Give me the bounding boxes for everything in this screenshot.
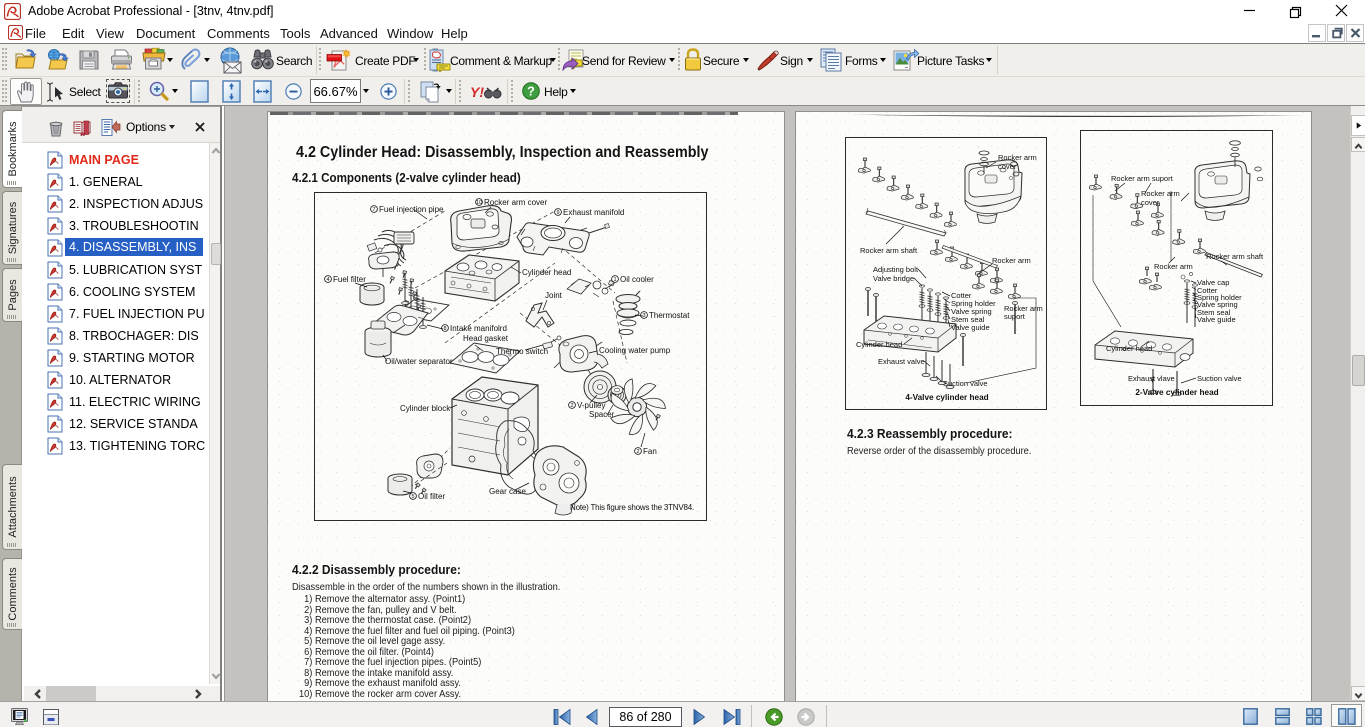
svg-text:Exhaust manifold: Exhaust manifold <box>563 208 624 217</box>
svg-text:4-Valve cylinder head: 4-Valve cylinder head <box>905 393 988 402</box>
svg-text:Note) This figure shows the 3T: Note) This figure shows the 3TNV84. <box>570 503 694 512</box>
svg-text:1: 1 <box>613 277 616 283</box>
svg-text:2: 2 <box>570 403 573 409</box>
svg-text:Head gasket: Head gasket <box>463 334 509 343</box>
svg-text:4: 4 <box>326 277 329 283</box>
svg-text:Valve bridge: Valve bridge <box>873 274 914 283</box>
svg-text:Cylinder block: Cylinder block <box>400 404 451 413</box>
svg-text:Valve guide: Valve guide <box>1197 315 1236 324</box>
svg-text:?: ? <box>527 84 535 98</box>
svg-text:Valve guide: Valve guide <box>951 323 990 332</box>
svg-text:Fan: Fan <box>643 447 657 456</box>
svg-text:2-Valve cylinder head: 2-Valve cylinder head <box>1135 388 1218 397</box>
svg-text:10: 10 <box>476 200 482 206</box>
svg-text:2: 2 <box>636 449 639 455</box>
svg-text:cover: cover <box>1141 198 1160 207</box>
svg-text:Rocker arm shaft: Rocker arm shaft <box>1206 252 1264 261</box>
svg-text:Fuel filter: Fuel filter <box>333 275 366 284</box>
svg-text:cover: cover <box>998 162 1017 171</box>
svg-text:Intake manifolrd: Intake manifolrd <box>450 324 507 333</box>
svg-text:suport: suport <box>1004 312 1026 321</box>
svg-text:Rocker arm: Rocker arm <box>998 153 1037 162</box>
svg-text:Rocker arm: Rocker arm <box>992 256 1031 265</box>
svg-text:Cylinder head: Cylinder head <box>1106 344 1152 353</box>
svg-text:5: 5 <box>411 494 414 500</box>
svg-text:Cooling water pump: Cooling water pump <box>599 346 671 355</box>
svg-text:Thermostat: Thermostat <box>649 311 690 320</box>
svg-text:Rocker arm cover: Rocker arm cover <box>484 198 547 207</box>
svg-text:Rocker arm: Rocker arm <box>1154 262 1193 271</box>
svg-text:7: 7 <box>372 207 375 213</box>
svg-text:Joint: Joint <box>545 291 563 300</box>
svg-text:Suction valve: Suction valve <box>943 379 988 388</box>
svg-text:Rocker arm: Rocker arm <box>1141 189 1180 198</box>
svg-text:Oil filter: Oil filter <box>418 492 445 501</box>
svg-text:Gear case: Gear case <box>489 487 526 496</box>
svg-text:Spacer: Spacer <box>589 410 615 419</box>
svg-text:Exhaust valve: Exhaust valve <box>878 357 925 366</box>
svg-text:Cylinder head: Cylinder head <box>856 340 902 349</box>
svg-text:Thermo switch: Thermo switch <box>496 347 548 356</box>
svg-text:8: 8 <box>443 326 446 332</box>
svg-text:9: 9 <box>556 210 559 216</box>
svg-text:Adjusting bolt: Adjusting bolt <box>873 265 919 274</box>
svg-text:Fuel injection pipe: Fuel injection pipe <box>379 205 444 214</box>
svg-text:V-pulley: V-pulley <box>577 401 605 410</box>
svg-text:Oil cooler: Oil cooler <box>620 275 654 284</box>
svg-text:Oil/water separator: Oil/water separator <box>385 357 453 366</box>
svg-text:Suction valve: Suction valve <box>1197 374 1242 383</box>
svg-text:Rocker arm suport: Rocker arm suport <box>1111 174 1174 183</box>
svg-text:Cylinder head: Cylinder head <box>522 268 571 277</box>
svg-text:Rocker arm shaft: Rocker arm shaft <box>860 246 918 255</box>
